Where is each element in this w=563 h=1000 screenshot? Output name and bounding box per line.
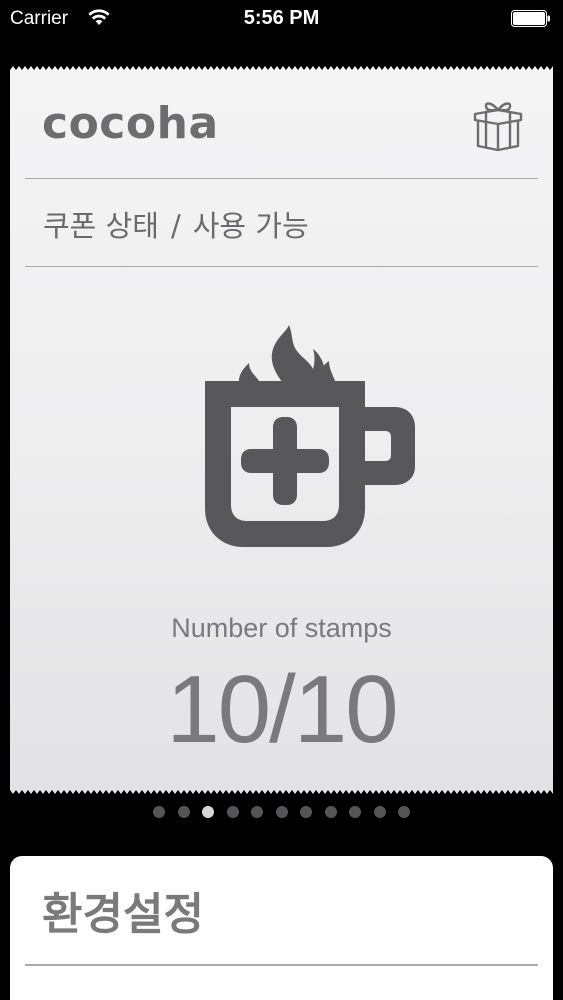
page-dot-active[interactable]	[202, 806, 214, 818]
page-dot[interactable]	[275, 806, 288, 818]
page-control[interactable]	[0, 806, 563, 820]
app-screen: Carrier 5:56 PM cocoha 쿠폰 상태 / 사용 가능 Num…	[0, 0, 563, 1000]
battery-icon	[511, 10, 550, 27]
page-dot[interactable]	[373, 806, 386, 818]
settings-divider	[25, 964, 538, 966]
coupon-card[interactable]: cocoha 쿠폰 상태 / 사용 가능 Number of stamps 10…	[10, 66, 553, 794]
coupon-status: 쿠폰 상태 / 사용 가능	[43, 203, 309, 245]
settings-title: 환경설정	[42, 889, 204, 940]
stamps-label: Number of stamps	[171, 613, 392, 643]
coffee-mug-plus-icon	[205, 325, 415, 547]
page-dot[interactable]	[177, 806, 190, 818]
settings-panel[interactable]: 환경설정	[10, 856, 553, 1000]
page-dot[interactable]	[324, 806, 337, 818]
coupon-status-separator: /	[170, 209, 181, 243]
status-bar: Carrier 5:56 PM	[0, 0, 563, 40]
coupon-status-value: 사용 가능	[192, 209, 309, 243]
status-time: 5:56 PM	[243, 7, 320, 29]
page-dot[interactable]	[349, 806, 361, 818]
card-serrated-edge-bottom	[10, 786, 553, 794]
page-dot[interactable]	[251, 806, 263, 818]
page-dot[interactable]	[398, 806, 410, 818]
card-divider-bottom	[25, 266, 538, 267]
brand-title: cocoha	[42, 98, 219, 149]
page-dot[interactable]	[153, 806, 165, 818]
page-dot[interactable]	[226, 806, 239, 818]
coupon-status-label: 쿠폰 상태	[43, 209, 159, 243]
page-dot[interactable]	[300, 806, 312, 818]
card-divider-top	[25, 178, 538, 179]
card-serrated-edge-top	[10, 66, 553, 74]
gift-icon[interactable]	[471, 98, 525, 152]
stamps-count: 10/10	[166, 656, 398, 763]
